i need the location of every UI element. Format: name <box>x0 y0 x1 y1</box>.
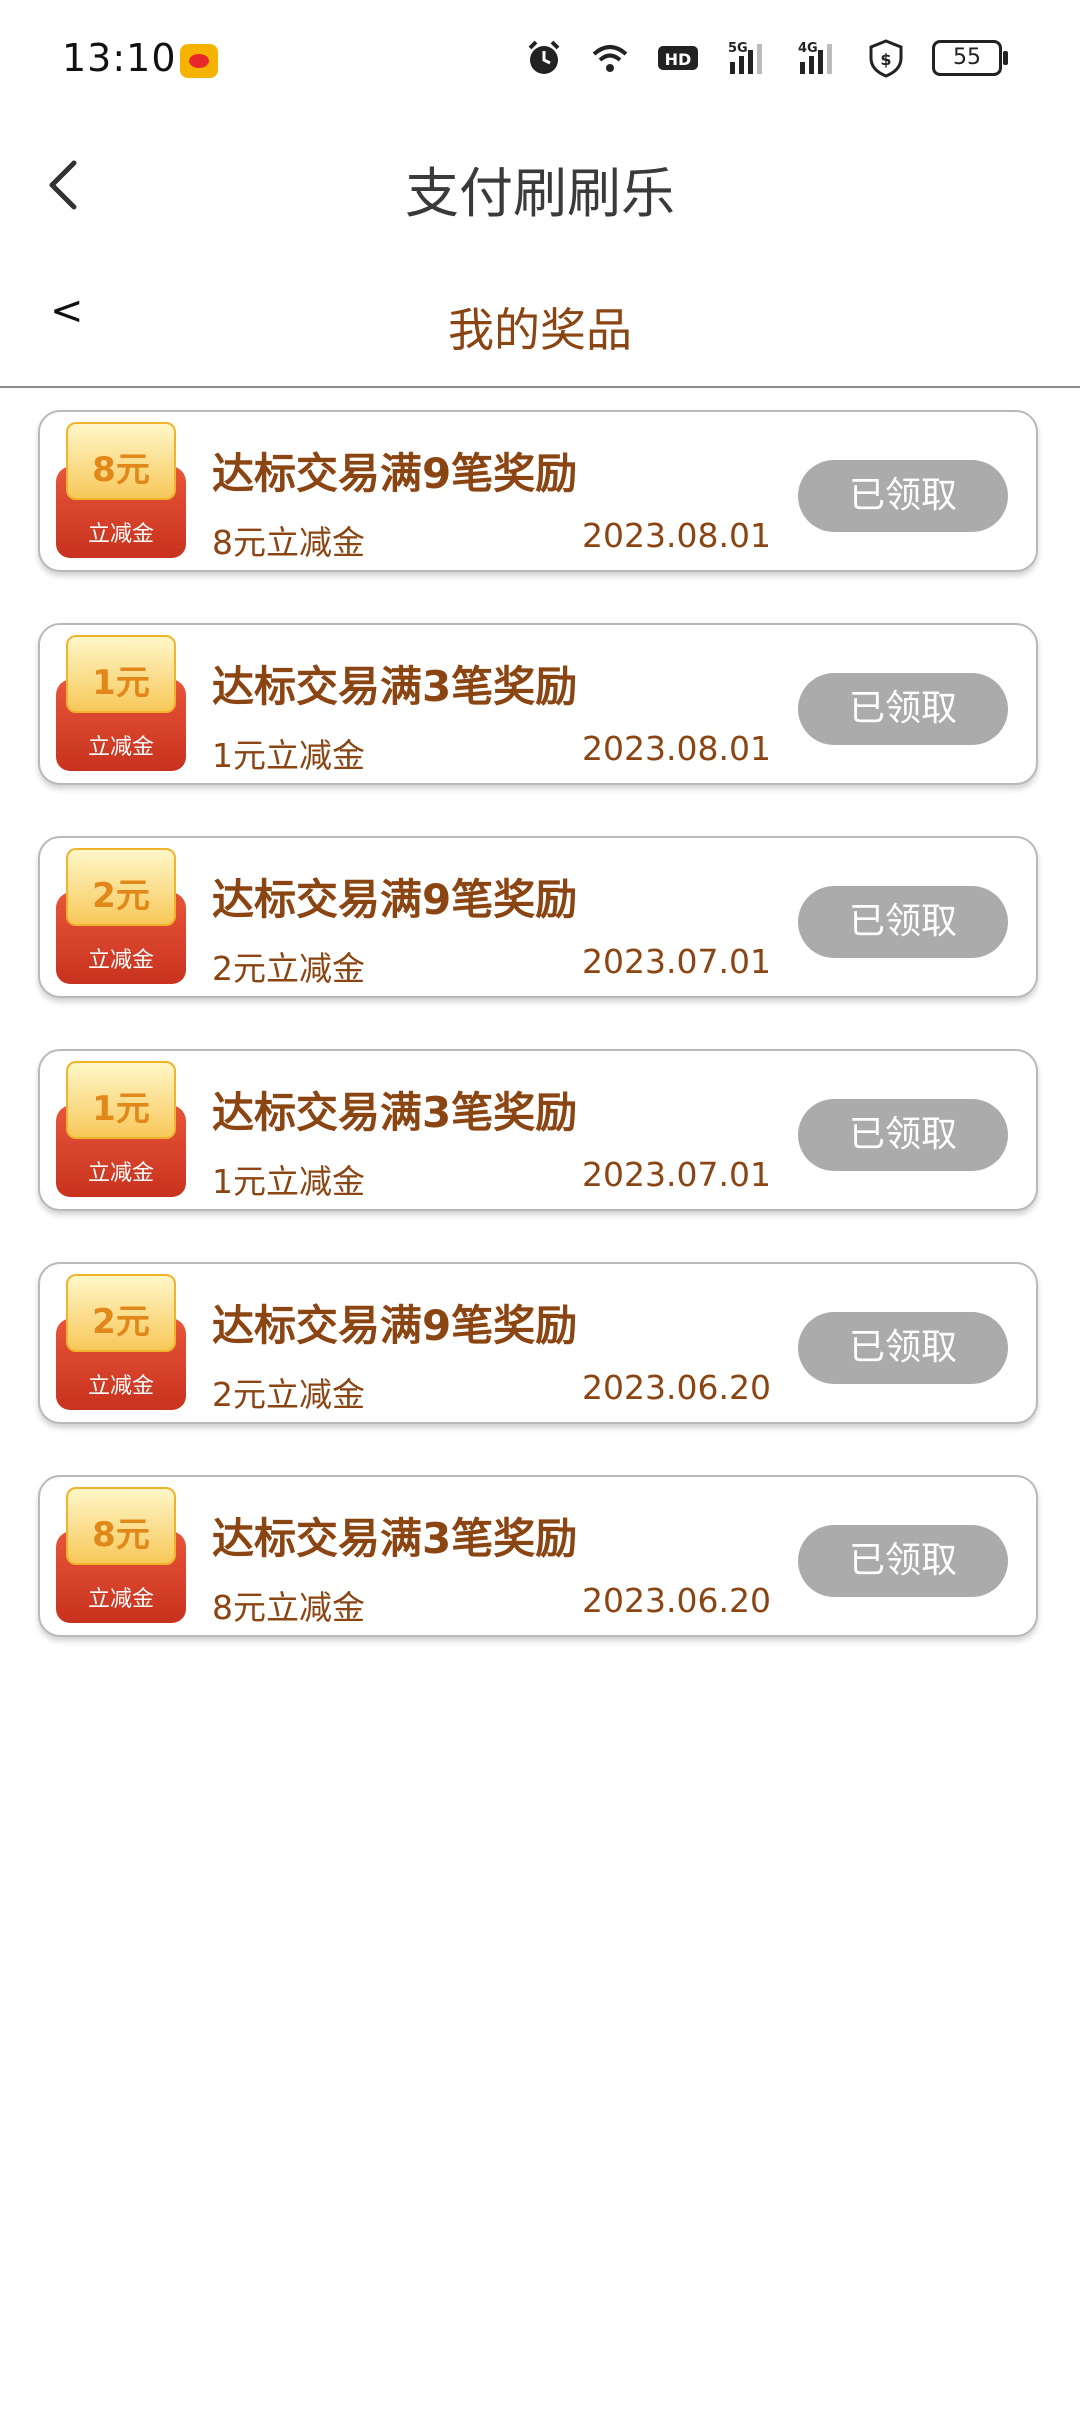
claimed-button[interactable]: 已领取 <box>798 1099 1008 1171</box>
prize-date: 2023.07.01 <box>582 1155 771 1194</box>
prize-title: 达标交易满3笔奖励 <box>212 1088 578 1137</box>
shield-dollar-icon: $ <box>869 39 903 78</box>
svg-text:HD: HD <box>665 50 692 69</box>
prize-title: 达标交易满3笔奖励 <box>212 662 578 711</box>
svg-text:5G: 5G <box>728 41 748 56</box>
sub-header: < 我的奖品 <box>0 262 1080 388</box>
prize-title: 达标交易满9笔奖励 <box>212 449 578 498</box>
claimed-button[interactable]: 已领取 <box>798 1525 1008 1597</box>
status-time: 13:10 <box>62 36 177 80</box>
prize-subtitle: 2元立减金 <box>212 1375 365 1414</box>
battery-icon: 55 <box>932 40 1008 76</box>
claimed-button[interactable]: 已领取 <box>798 1312 1008 1384</box>
prize-title: 达标交易满3笔奖励 <box>212 1514 578 1563</box>
voucher-icon: 立减金 1元 <box>56 635 186 771</box>
page-title: 支付刷刷乐 <box>405 162 675 225</box>
prize-subtitle: 8元立减金 <box>212 523 365 562</box>
prize-card: 立减金 2元 达标交易满9笔奖励 2元立减金 2023.06.20 已领取 <box>38 1262 1038 1424</box>
prize-date: 2023.06.20 <box>582 1581 771 1620</box>
prize-subtitle: 1元立减金 <box>212 1162 365 1201</box>
signal-4g-icon: 4G <box>798 41 832 74</box>
voucher-amount: 2元 <box>92 876 150 916</box>
prize-date: 2023.06.20 <box>582 1368 771 1407</box>
wifi-icon <box>592 45 628 72</box>
voucher-icon: 立减金 8元 <box>56 1487 186 1623</box>
app-header: 支付刷刷乐 <box>0 125 1080 245</box>
prize-card: 立减金 2元 达标交易满9笔奖励 2元立减金 2023.07.01 已领取 <box>38 836 1038 998</box>
prize-date: 2023.07.01 <box>582 942 771 981</box>
prize-list: 立减金 8元 达标交易满9笔奖励 8元立减金 2023.08.01 已领取 立减… <box>38 410 1038 1688</box>
alarm-icon <box>528 40 560 74</box>
voucher-amount: 2元 <box>92 1302 150 1342</box>
prize-title: 达标交易满9笔奖励 <box>212 1301 578 1350</box>
prize-subtitle: 1元立减金 <box>212 736 365 775</box>
voucher-icon: 立减金 2元 <box>56 1274 186 1410</box>
voucher-icon: 立减金 8元 <box>56 422 186 558</box>
voucher-amount: 8元 <box>92 1515 150 1555</box>
voucher-label: 立减金 <box>87 735 154 760</box>
prize-card: 立减金 1元 达标交易满3笔奖励 1元立减金 2023.07.01 已领取 <box>38 1049 1038 1211</box>
prize-card: 立减金 8元 达标交易满3笔奖励 8元立减金 2023.06.20 已领取 <box>38 1475 1038 1637</box>
voucher-icon: 立减金 1元 <box>56 1061 186 1197</box>
claimed-button[interactable]: 已领取 <box>798 673 1008 745</box>
voucher-label: 立减金 <box>87 1587 154 1612</box>
voucher-label: 立减金 <box>87 1374 154 1399</box>
voucher-amount: 8元 <box>92 450 150 490</box>
prize-card: 立减金 1元 达标交易满3笔奖励 1元立减金 2023.08.01 已领取 <box>38 623 1038 785</box>
status-bar: 13:10 HD 5G 4G $ 55 <box>0 0 1080 125</box>
signal-5g-icon: 5G <box>728 41 762 74</box>
svg-text:$: $ <box>880 50 891 69</box>
hd-icon: HD <box>658 46 698 70</box>
section-title: 我的奖品 <box>448 303 632 357</box>
prize-subtitle: 8元立减金 <box>212 1588 365 1627</box>
status-icons: HD 5G 4G $ 55 <box>524 38 1008 78</box>
voucher-label: 立减金 <box>87 948 154 973</box>
voucher-amount: 1元 <box>92 663 150 703</box>
prize-title: 达标交易满9笔奖励 <box>212 875 578 924</box>
prize-card: 立减金 8元 达标交易满9笔奖励 8元立减金 2023.08.01 已领取 <box>38 410 1038 572</box>
prize-date: 2023.08.01 <box>582 516 771 555</box>
weibo-icon <box>180 44 218 78</box>
claimed-button[interactable]: 已领取 <box>798 886 1008 958</box>
claimed-button[interactable]: 已领取 <box>798 460 1008 532</box>
svg-text:4G: 4G <box>798 41 818 56</box>
prize-subtitle: 2元立减金 <box>212 949 365 988</box>
prize-date: 2023.08.01 <box>582 729 771 768</box>
voucher-icon: 立减金 2元 <box>56 848 186 984</box>
voucher-label: 立减金 <box>87 1161 154 1186</box>
voucher-label: 立减金 <box>87 522 154 547</box>
voucher-amount: 1元 <box>92 1089 150 1129</box>
